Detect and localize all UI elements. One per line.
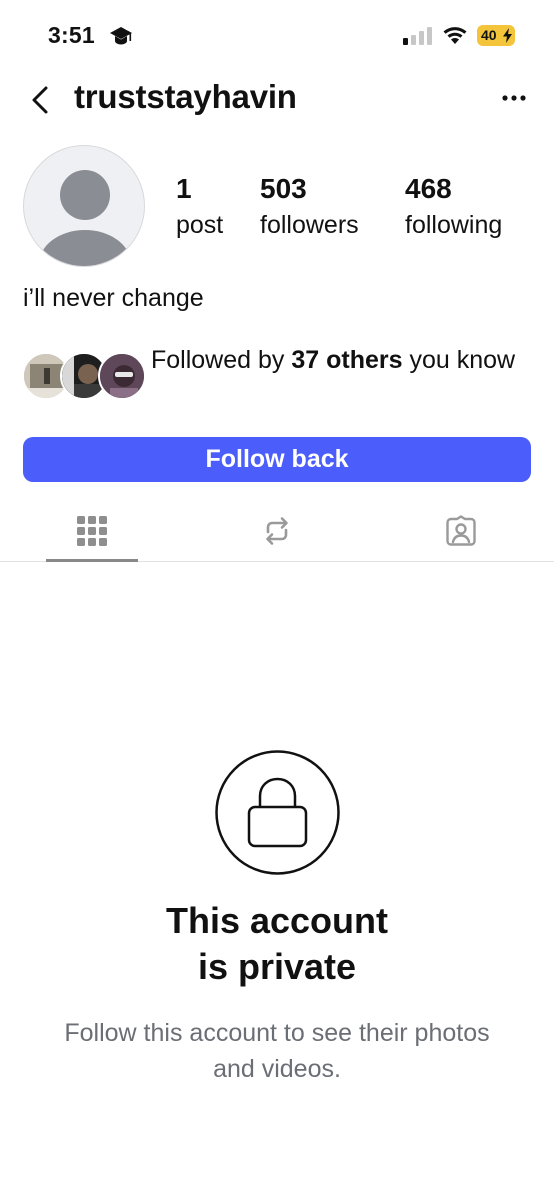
cellular-signal-icon bbox=[403, 27, 432, 45]
private-title-line2: is private bbox=[197, 946, 357, 987]
grid-icon bbox=[77, 516, 107, 546]
stat-value: 1 bbox=[176, 173, 192, 204]
following-count[interactable]: 468 following bbox=[405, 170, 502, 242]
default-avatar-icon bbox=[39, 170, 131, 266]
profile-tabs bbox=[0, 505, 554, 562]
graduation-cap-icon bbox=[110, 27, 132, 45]
tab-reposts[interactable] bbox=[231, 505, 323, 561]
wifi-icon bbox=[443, 27, 467, 44]
status-time: 3:51 bbox=[48, 22, 95, 48]
back-chevron-icon[interactable] bbox=[26, 82, 56, 118]
repost-icon bbox=[266, 517, 288, 545]
mutual-avatar bbox=[98, 352, 146, 400]
mutual-suffix: you know bbox=[402, 346, 516, 374]
lock-icon bbox=[215, 750, 340, 875]
profile-avatar bbox=[23, 145, 145, 267]
profile-bio: i’ll never change bbox=[23, 284, 204, 312]
private-account-subtitle: Follow this account to see their photos … bbox=[64, 1019, 490, 1083]
mutual-prefix: Followed by bbox=[151, 346, 292, 374]
profile-page: 3:51 40 truststayhavin 1 post 503 follow… bbox=[0, 0, 554, 1200]
mutual-followers-avatars[interactable] bbox=[22, 352, 146, 402]
stat-label: followers bbox=[260, 211, 359, 239]
battery-level: 40 bbox=[481, 27, 497, 43]
stat-label: following bbox=[405, 211, 503, 239]
stat-value: 468 bbox=[405, 173, 452, 204]
tagged-person-icon bbox=[446, 515, 476, 546]
stat-label: post bbox=[176, 211, 224, 239]
posts-count: 1 post bbox=[176, 170, 223, 242]
profile-header: truststayhavin bbox=[0, 72, 554, 128]
tab-tagged[interactable] bbox=[415, 505, 507, 561]
mutual-count: 37 others bbox=[291, 346, 403, 374]
more-options-icon[interactable] bbox=[498, 84, 530, 112]
tab-posts-grid[interactable] bbox=[46, 505, 138, 562]
private-account-title: This account is private bbox=[0, 898, 554, 990]
profile-username: truststayhavin bbox=[74, 78, 297, 115]
mutual-avatar-image bbox=[100, 354, 144, 398]
follow-back-button[interactable]: Follow back bbox=[23, 437, 531, 482]
private-title-line1: This account bbox=[165, 900, 389, 941]
status-bar: 3:51 40 bbox=[0, 0, 554, 72]
followers-count[interactable]: 503 followers bbox=[260, 170, 359, 242]
stat-value: 503 bbox=[260, 173, 307, 204]
mutual-followers-text[interactable]: Followed by 37 others you know bbox=[151, 344, 531, 377]
charging-bolt-icon bbox=[503, 28, 512, 43]
battery-indicator: 40 bbox=[477, 25, 515, 46]
